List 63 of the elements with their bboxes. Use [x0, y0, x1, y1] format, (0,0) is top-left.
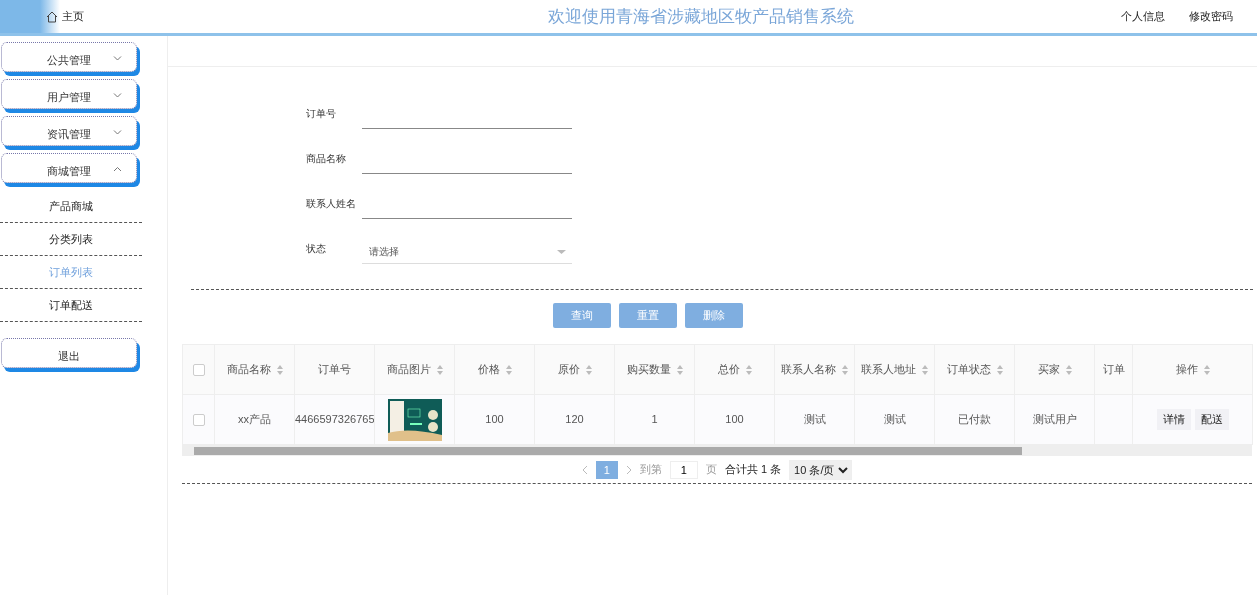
chevron-down-icon [113, 129, 122, 136]
chevron-down-icon [113, 55, 122, 62]
field-label: 状态 [306, 242, 327, 256]
table-cell: 4466597326765 [295, 413, 374, 426]
home-icon [46, 10, 58, 23]
column-header: 原价 [557, 363, 580, 376]
table-cell: xx产品 [238, 413, 271, 426]
column-header: 联系人地址 [861, 363, 916, 376]
sort-icon [922, 365, 928, 376]
column-header: 订单 [1102, 363, 1125, 376]
column-header: 商品名称 [226, 363, 271, 376]
chevron-up-icon [113, 166, 122, 173]
chevron-down-icon [113, 92, 122, 99]
sort-icon [505, 365, 512, 376]
goto-label: 到第 [639, 462, 662, 478]
previous-icon [581, 464, 588, 475]
table-cell: 120 [565, 413, 584, 426]
row-action-button[interactable]: 配送 [1194, 409, 1229, 430]
sort-icon [276, 365, 283, 376]
table-cell: 测试用户 [1032, 413, 1077, 426]
table-cell: 测试 [883, 413, 906, 426]
page-input[interactable]: 1 [669, 460, 698, 479]
table-cell: 已付款 [958, 413, 991, 426]
column-header: 联系人名称 [781, 363, 836, 376]
next-icon [625, 464, 632, 475]
column-header: 买家 [1037, 363, 1060, 376]
sort-icon [585, 365, 592, 376]
sort-icon [745, 365, 752, 376]
table-cell: 100 [725, 413, 744, 426]
table-cell: 测试 [803, 413, 826, 426]
column-header: 订单状态 [946, 363, 991, 376]
sort-icon [436, 365, 443, 376]
field-label: 商品名称 [306, 152, 347, 166]
field-label: 联系人姓名 [306, 197, 357, 211]
caret-icon [557, 249, 566, 254]
page-suffix: 页 [705, 462, 717, 478]
sort-icon [676, 365, 683, 376]
sidebar-item[interactable]: 产品商城 [0, 190, 142, 223]
row-action-button[interactable]: 详情 [1156, 409, 1191, 430]
checkbox[interactable] [192, 364, 205, 377]
field-label: 订单号 [306, 107, 337, 121]
status-select[interactable]: 请选择 [362, 240, 572, 264]
sidebar-item[interactable]: 分类列表 [0, 223, 142, 256]
header-link[interactable]: 修改密码 [1189, 8, 1233, 25]
sort-icon [996, 365, 1003, 376]
column-header: 商品图片 [386, 363, 431, 376]
column-header: 价格 [477, 363, 500, 376]
column-header: 操作 [1175, 363, 1198, 376]
header-link[interactable]: 个人信息 [1121, 8, 1165, 25]
page-title: 欢迎使用青海省涉藏地区牧产品销售系统 [546, 5, 855, 28]
sort-icon [1203, 365, 1210, 376]
page-size-select[interactable]: 10 条/页 [789, 459, 853, 480]
sidebar-item[interactable]: 订单配送 [0, 289, 142, 322]
total-count: 合计共 1 条 [724, 462, 782, 478]
column-header: 订单号 [318, 363, 351, 376]
sort-icon [842, 365, 848, 376]
column-header: 购买数量 [626, 363, 671, 376]
sort-icon [1065, 365, 1072, 376]
checkbox[interactable] [192, 414, 205, 427]
table-cell: 1 [651, 413, 658, 426]
column-header: 总价 [717, 363, 740, 376]
table-cell: 100 [485, 413, 504, 426]
horizontal-scrollbar[interactable] [182, 445, 1252, 456]
